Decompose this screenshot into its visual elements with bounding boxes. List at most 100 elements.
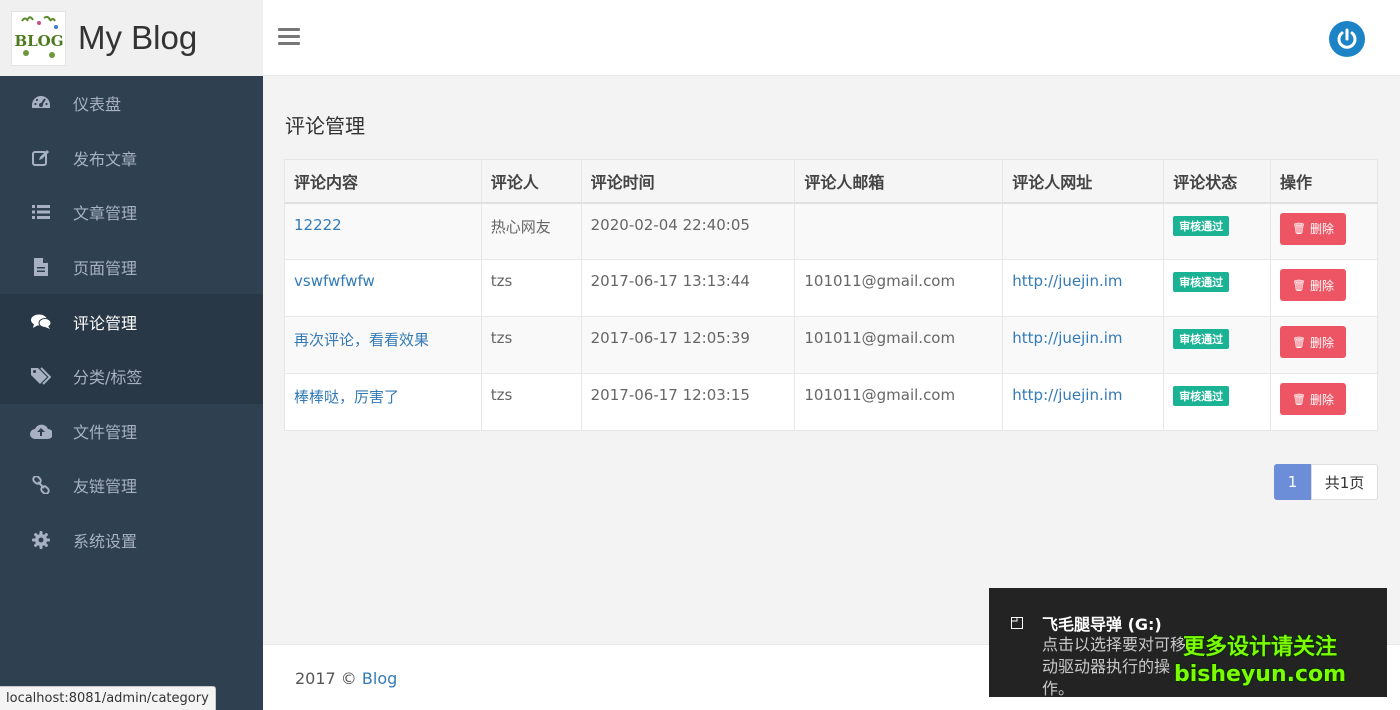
sidebar-item-dashboard[interactable]: 仪表盘 — [0, 76, 263, 131]
sidebar-item-files[interactable]: 文件管理 — [0, 404, 263, 459]
sidebar-item-links[interactable]: 友链管理 — [0, 458, 263, 513]
file-icon — [30, 256, 52, 278]
status-badge: 审核通过 — [1173, 272, 1230, 292]
comment-url-link[interactable]: http://juejin.im — [1012, 386, 1122, 404]
comment-link[interactable]: vswfwfwfw — [294, 272, 375, 290]
comment-email: 101011@gmail.com — [794, 259, 1004, 317]
header-time: 评论时间 — [580, 159, 796, 204]
trash-icon: 🗑 — [1292, 278, 1306, 292]
comment-author: 热心网友 — [480, 202, 582, 260]
sidebar-item-label: 文章管理 — [73, 204, 138, 224]
sidebar-item-label: 发布文章 — [73, 149, 138, 169]
pagination: 1 共1页 — [1274, 464, 1378, 500]
svg-text:BLOG: BLOG — [14, 32, 63, 50]
table-row: 再次评论，看看效果 tzs 2017-06-17 12:05:39 101011… — [284, 316, 1378, 374]
cloud-upload-icon — [30, 420, 52, 442]
toast-message: 点击以选择要对可移动驱动器执行的操作。 — [1042, 635, 1187, 698]
sidebar-item-comments[interactable]: 评论管理 — [0, 294, 263, 349]
page-button-current[interactable]: 1 — [1274, 464, 1311, 500]
header-author: 评论人 — [480, 159, 582, 204]
sidebar-item-publish[interactable]: 发布文章 — [0, 131, 263, 186]
sidebar-item-label: 文件管理 — [73, 422, 138, 442]
link-icon — [30, 474, 52, 496]
brand-title: My Blog — [78, 19, 198, 56]
watermark: 更多设计请关注 bisheyun.com — [1174, 634, 1346, 688]
sidebar-item-label: 页面管理 — [73, 259, 138, 279]
table-row: 棒棒哒，厉害了 tzs 2017-06-17 12:03:15 101011@g… — [284, 373, 1378, 431]
status-badge: 审核通过 — [1173, 386, 1230, 406]
header-url: 评论人网址 — [1002, 159, 1165, 204]
delete-label: 删除 — [1310, 222, 1335, 236]
sidebar-item-pages[interactable]: 页面管理 — [0, 240, 263, 295]
comment-link[interactable]: 12222 — [294, 216, 342, 234]
status-badge: 审核通过 — [1173, 329, 1230, 349]
status-badge: 审核通过 — [1173, 215, 1230, 236]
page-total-label: 共1页 — [1311, 464, 1378, 500]
dashboard-icon — [30, 92, 52, 114]
blog-logo: BLOG — [11, 10, 66, 66]
sidebar-item-label: 分类/标签 — [73, 368, 143, 388]
browser-status-url: localhost:8081/admin/category — [0, 686, 216, 710]
sidebar-item-settings[interactable]: 系统设置 — [0, 513, 263, 568]
edit-icon — [30, 147, 52, 169]
comment-author: tzs — [480, 373, 582, 431]
sidebar-item-label: 友链管理 — [73, 477, 138, 497]
tags-icon — [30, 365, 52, 387]
sidebar-nav: 仪表盘 发布文章 文章管理 页面管理 评论管理 分类/标签 文件管理 友链管理 … — [0, 76, 263, 567]
delete-button[interactable]: 🗑 删除 — [1280, 383, 1347, 415]
footer-copyright: 2017 © — [295, 669, 362, 688]
table-row: vswfwfwfw tzs 2017-06-17 13:13:44 101011… — [284, 259, 1378, 317]
comment-time: 2017-06-17 13:13:44 — [580, 259, 796, 317]
comment-author: tzs — [480, 316, 582, 374]
delete-button[interactable]: 🗑 删除 — [1280, 269, 1347, 301]
trash-icon: 🗑 — [1292, 222, 1306, 235]
top-bar — [263, 0, 1400, 76]
trash-icon: 🗑 — [1292, 392, 1306, 406]
table-row: 12222 热心网友 2020-02-04 22:40:05 审核通过 🗑 删除 — [284, 202, 1378, 260]
brand[interactable]: BLOG My Blog — [0, 0, 263, 76]
delete-label: 删除 — [1310, 335, 1335, 350]
comment-time: 2017-06-17 12:05:39 — [580, 316, 796, 374]
watermark-line2: bisheyun.com — [1174, 662, 1347, 687]
footer-text: 2017 © Blog — [295, 669, 397, 688]
comment-link[interactable]: 棒棒哒，厉害了 — [294, 388, 399, 406]
menu-toggle-icon[interactable] — [278, 28, 300, 48]
sidebar-item-label: 评论管理 — [73, 313, 138, 333]
delete-label: 删除 — [1310, 278, 1335, 293]
sidebar-item-categories[interactable]: 分类/标签 — [0, 348, 263, 404]
header-content: 评论内容 — [284, 159, 482, 204]
trash-icon: 🗑 — [1292, 335, 1306, 349]
comments-icon — [30, 311, 52, 333]
watermark-line1: 更多设计请关注 — [1183, 635, 1338, 660]
sidebar-item-label: 仪表盘 — [73, 95, 122, 115]
toast-title: 飞毛腿导弹 (G:) — [1042, 615, 1162, 634]
comment-email — [794, 202, 1004, 260]
drive-icon — [1011, 614, 1023, 629]
main-content: 评论管理 评论内容 评论人 评论时间 评论人邮箱 评论人网址 评论状态 操作 1… — [263, 77, 1400, 644]
delete-button[interactable]: 🗑 删除 — [1280, 212, 1347, 245]
drive-notification-toast[interactable]: 飞毛腿导弹 (G:) 点击以选择要对可移动驱动器执行的操作。 更多设计请关注 b… — [989, 588, 1387, 698]
page-title: 评论管理 — [285, 114, 365, 138]
comment-time: 2020-02-04 22:40:05 — [580, 202, 796, 260]
header-status: 评论状态 — [1163, 159, 1272, 204]
comment-link[interactable]: 再次评论，看看效果 — [294, 331, 429, 349]
delete-button[interactable]: 🗑 删除 — [1280, 326, 1347, 358]
gear-icon — [30, 529, 52, 551]
header-action: 操作 — [1270, 159, 1378, 204]
sidebar-item-label: 系统设置 — [73, 532, 138, 552]
comment-email: 101011@gmail.com — [794, 373, 1004, 431]
header-email: 评论人邮箱 — [794, 159, 1004, 204]
logout-power-icon[interactable] — [1329, 21, 1365, 57]
sidebar-item-articles[interactable]: 文章管理 — [0, 185, 263, 240]
comment-time: 2017-06-17 12:03:15 — [580, 373, 796, 431]
footer-blog-link[interactable]: Blog — [362, 669, 397, 688]
comment-url-link[interactable]: http://juejin.im — [1012, 329, 1122, 347]
list-icon — [30, 201, 52, 223]
delete-label: 删除 — [1310, 392, 1335, 407]
table-header-row: 评论内容 评论人 评论时间 评论人邮箱 评论人网址 评论状态 操作 — [284, 159, 1378, 204]
comment-author: tzs — [480, 259, 582, 317]
comments-table: 评论内容 评论人 评论时间 评论人邮箱 评论人网址 评论状态 操作 12222 … — [284, 159, 1378, 431]
comment-email: 101011@gmail.com — [794, 316, 1004, 374]
comment-url-link[interactable]: http://juejin.im — [1012, 272, 1122, 290]
sidebar: BLOG My Blog 仪表盘 发布文章 文章管理 页面管理 评论管理 分类/… — [0, 0, 263, 710]
